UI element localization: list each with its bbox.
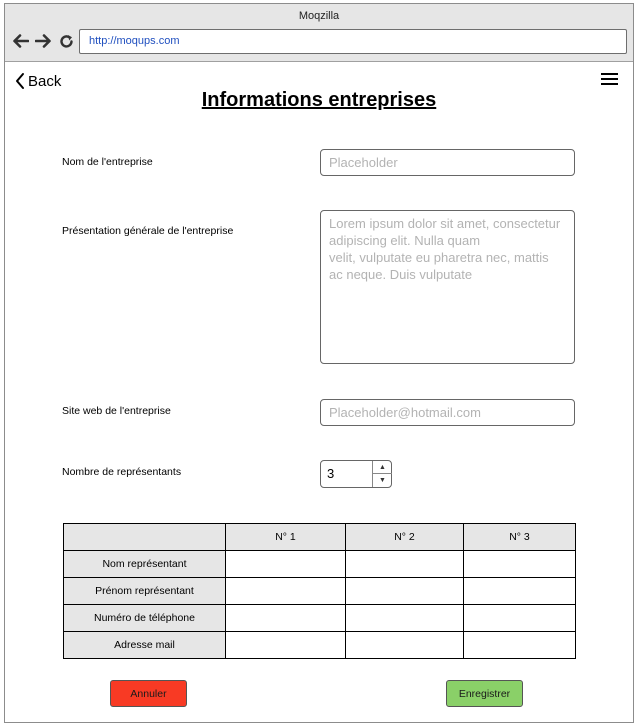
arrow-right-icon[interactable] [34,32,52,50]
row-header: Prénom représentant [63,577,226,605]
table-corner-cell [63,523,226,551]
table-header-row: N° 1 N° 2 N° 3 [63,523,576,551]
table-cell[interactable] [345,550,464,578]
website-input[interactable]: Placeholder@hotmail.com [320,399,575,426]
table-cell[interactable] [463,577,576,605]
caret-down-icon[interactable]: ▼ [373,474,392,487]
table-cell[interactable] [225,604,346,632]
table-row: Prénom représentant [63,577,576,605]
website-label: Site web de l'entreprise [62,405,171,417]
table-row: Nom représentant [63,550,576,578]
column-header: N° 1 [225,523,346,551]
table-cell[interactable] [463,631,576,659]
website-placeholder: Placeholder@hotmail.com [329,405,481,420]
table-cell[interactable] [345,631,464,659]
row-header: Adresse mail [63,631,226,659]
table-cell[interactable] [225,550,346,578]
browser-window: Moqzilla http://moqups.com Back Informat… [4,3,634,723]
representatives-table: N° 1 N° 2 N° 3 Nom représentant Prénom r… [63,523,576,659]
column-header: N° 3 [463,523,576,551]
url-text: http://moqups.com [89,35,180,47]
table-cell[interactable] [345,577,464,605]
company-name-label: Nom de l'entreprise [62,156,153,168]
reload-icon[interactable] [57,32,75,50]
table-cell[interactable] [463,604,576,632]
row-header: Nom représentant [63,550,226,578]
page-title: Informations entreprises [201,89,437,111]
stepper-buttons: ▲ ▼ [372,461,392,487]
chevron-left-icon [16,73,24,89]
table-cell[interactable] [225,577,346,605]
arrow-left-icon[interactable] [11,32,29,50]
browser-toolbar: Moqzilla http://moqups.com [5,4,633,62]
rep-count-stepper[interactable]: 3 ▲ ▼ [320,460,392,488]
rep-count-label: Nombre de représentants [62,466,182,478]
presentation-placeholder: Lorem ipsum dolor sit amet, consectetur … [329,216,561,282]
address-bar[interactable]: http://moqups.com [79,29,627,54]
window-title: Moqzilla [298,10,340,22]
table-cell[interactable] [345,604,464,632]
back-label: Back [28,72,62,90]
row-header: Numéro de téléphone [63,604,226,632]
table-row: Numéro de téléphone [63,604,576,632]
save-button[interactable]: Enregistrer [446,680,523,707]
column-header: N° 2 [345,523,464,551]
table-cell[interactable] [225,631,346,659]
table-cell[interactable] [463,550,576,578]
company-name-placeholder: Placeholder [329,155,398,170]
rep-count-value: 3 [327,466,335,481]
table-row: Adresse mail [63,631,576,659]
hamburger-menu-icon[interactable] [601,73,619,87]
presentation-label: Présentation générale de l'entreprise [62,225,234,237]
presentation-textarea[interactable]: Lorem ipsum dolor sit amet, consectetur … [320,210,575,364]
company-name-input[interactable]: Placeholder [320,149,575,176]
cancel-button[interactable]: Annuler [110,680,187,707]
caret-up-icon[interactable]: ▲ [373,461,392,474]
